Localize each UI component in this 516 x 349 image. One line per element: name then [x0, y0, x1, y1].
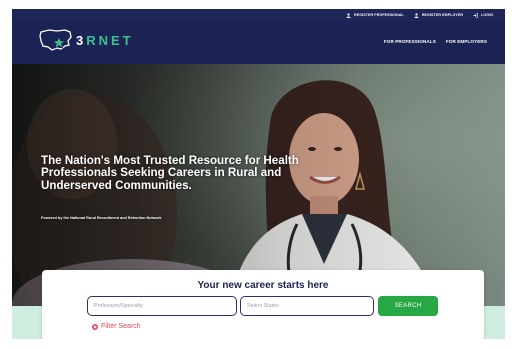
- login-arrow-icon: [473, 12, 478, 18]
- login-link[interactable]: LOGIN: [473, 12, 493, 18]
- powered-by-text: Powered by the National Rural Recruitmen…: [41, 216, 162, 220]
- profession-placeholder: Profession/Specialty: [94, 303, 143, 309]
- us-map-star-icon: [39, 29, 72, 51]
- register-employer-link[interactable]: REGISTER EMPLOYER: [414, 12, 464, 18]
- main-nav: 3RNET FOR PROFESSIONALS FOR EMPLOYERS: [12, 21, 505, 64]
- hero-headline: The Nation's Most Trusted Resource for H…: [41, 154, 299, 192]
- register-professional-link[interactable]: REGISTER PROFESSIONAL: [346, 12, 404, 18]
- search-card: Your new career starts here Profession/S…: [42, 270, 484, 339]
- brand-name: 3RNET: [76, 33, 134, 48]
- person-icon: [414, 12, 419, 18]
- nav-for-employers[interactable]: FOR EMPLOYERS: [446, 39, 487, 44]
- search-card-title: Your new career starts here: [197, 280, 329, 291]
- filter-search-link[interactable]: Filter Search: [92, 323, 141, 330]
- register-employer-label: REGISTER EMPLOYER: [421, 13, 464, 17]
- brand-suffix: RNET: [86, 32, 134, 48]
- page-frame: REGISTER PROFESSIONAL REGISTER EMPLOYER …: [12, 9, 505, 339]
- brand-prefix: 3: [76, 32, 87, 48]
- profession-specialty-input[interactable]: Profession/Specialty: [87, 296, 237, 316]
- primary-nav-links: FOR PROFESSIONALS FOR EMPLOYERS: [384, 39, 487, 44]
- login-label: LOGIN: [481, 13, 493, 17]
- register-professional-label: REGISTER PROFESSIONAL: [354, 13, 404, 17]
- brand-logo[interactable]: 3RNET: [39, 25, 134, 55]
- x-circle-icon: [92, 323, 98, 330]
- person-icon: [346, 12, 351, 18]
- filter-search-label: Filter Search: [101, 323, 141, 330]
- utility-bar: REGISTER PROFESSIONAL REGISTER EMPLOYER …: [12, 9, 505, 21]
- select-states-input[interactable]: Select States: [240, 296, 374, 316]
- search-button[interactable]: SEARCH: [378, 296, 438, 316]
- nav-for-professionals[interactable]: FOR PROFESSIONALS: [384, 39, 436, 44]
- states-placeholder: Select States: [247, 303, 279, 309]
